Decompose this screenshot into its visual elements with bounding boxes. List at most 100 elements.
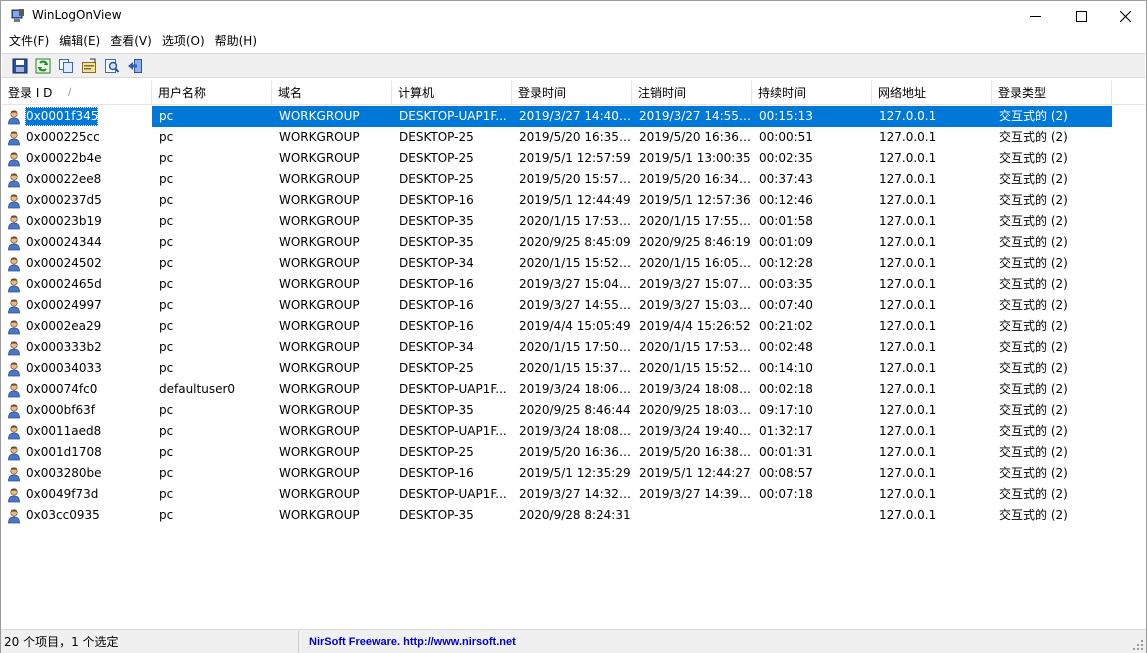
exit-button[interactable] bbox=[123, 55, 146, 77]
column-header-logon-id[interactable]: 登录 I D ∕ bbox=[2, 81, 152, 105]
table-row[interactable]: 0x0002ea29 pc WORKGROUP DESKTOP-16 2019/4/4 … bbox=[2, 316, 1145, 337]
cell-logoff-time: 2019/5/1 12:44:27 bbox=[639, 466, 751, 480]
menu-options[interactable]: 选项(O) bbox=[157, 31, 210, 52]
cell-username: pc bbox=[159, 445, 174, 459]
table-row[interactable]: 0x0049f73d pc WORKGROUP DESKTOP-UAP1F... 201… bbox=[2, 484, 1145, 505]
logon-id-text: 0x003280be bbox=[26, 466, 102, 480]
save-button[interactable] bbox=[8, 55, 31, 77]
table-row[interactable]: 0x0001f345 pc WORKGROUP DESKTOP-UAP1F... 201… bbox=[2, 106, 1145, 127]
nirsoft-link[interactable]: NirSoft Freeware. http://www.nirsoft.net bbox=[299, 631, 516, 653]
refresh-button[interactable] bbox=[31, 55, 54, 77]
table-row[interactable]: 0x000237d5 pc WORKGROUP DESKTOP-16 2019/5/1 … bbox=[2, 190, 1145, 211]
table-row[interactable]: 0x00024502 pc WORKGROUP DESKTOP-34 2020/1/15… bbox=[2, 253, 1145, 274]
minimize-button[interactable] bbox=[1013, 1, 1058, 31]
app-window: WinLogOnView 文件(F) 编辑(E) 查看(V) 选项(O) 帮助(… bbox=[0, 0, 1147, 653]
cell-duration: 00:07:18 bbox=[759, 487, 813, 501]
menu-help[interactable]: 帮助(H) bbox=[210, 31, 262, 52]
cell-domain: WORKGROUP bbox=[279, 424, 360, 438]
cell-logon-type: 交互式的 (2) bbox=[999, 277, 1068, 291]
column-header-username[interactable]: 用户名称 bbox=[152, 81, 272, 105]
properties-button[interactable] bbox=[77, 55, 100, 77]
cell-logon-type: 交互式的 (2) bbox=[999, 424, 1068, 438]
column-header-logon-type[interactable]: 登录类型 bbox=[992, 81, 1112, 105]
cell-logon-time: 2019/3/27 14:55:... bbox=[519, 298, 632, 312]
find-button[interactable] bbox=[100, 55, 123, 77]
table-row[interactable]: 0x000225cc pc WORKGROUP DESKTOP-25 2019/5/20… bbox=[2, 127, 1145, 148]
column-header-logon-time[interactable]: 登录时间 bbox=[512, 81, 632, 105]
column-header-duration[interactable]: 持续时间 bbox=[752, 81, 872, 105]
cell-logon-type: 交互式的 (2) bbox=[999, 508, 1068, 522]
menu-file[interactable]: 文件(F) bbox=[4, 31, 54, 52]
maximize-button[interactable] bbox=[1059, 1, 1104, 31]
table-row[interactable]: 0x00023b19 pc WORKGROUP DESKTOP-35 2020/1/15… bbox=[2, 211, 1145, 232]
table-row[interactable]: 0x001d1708 pc WORKGROUP DESKTOP-25 2019/5/20… bbox=[2, 442, 1145, 463]
cell-network-address: 127.0.0.1 bbox=[879, 319, 937, 333]
cell-logon-time: 2019/3/24 18:06:... bbox=[519, 382, 632, 396]
column-header-network-address[interactable]: 网络地址 bbox=[872, 81, 992, 105]
table-row[interactable]: 0x00024997 pc WORKGROUP DESKTOP-16 2019/3/27… bbox=[2, 295, 1145, 316]
cell-logon-id: 0x001d1708 bbox=[2, 442, 152, 463]
cell-computer: DESKTOP-UAP1F... bbox=[399, 487, 507, 501]
resize-grip-icon[interactable] bbox=[1132, 639, 1144, 651]
cell-network-address: 127.0.0.1 bbox=[879, 382, 937, 396]
table-row[interactable]: 0x000bf63f pc WORKGROUP DESKTOP-35 2020/9/25… bbox=[2, 400, 1145, 421]
cell-logon-id: 0x000237d5 bbox=[2, 190, 152, 211]
table-row[interactable]: 0x03cc0935 pc WORKGROUP DESKTOP-35 2020/9/28… bbox=[2, 505, 1145, 526]
logon-id-text: 0x000333b2 bbox=[26, 340, 102, 354]
table-row[interactable]: 0x0002465d pc WORKGROUP DESKTOP-16 2019/3/27… bbox=[2, 274, 1145, 295]
menu-view[interactable]: 查看(V) bbox=[105, 31, 157, 52]
cell-logoff-time bbox=[632, 505, 752, 526]
cell-logoff-time: 2019/5/1 12:57:36 bbox=[639, 193, 751, 207]
table-row[interactable]: 0x000333b2 pc WORKGROUP DESKTOP-34 2020/1/15… bbox=[2, 337, 1145, 358]
table-row[interactable]: 0x00074fc0 defaultuser0 WORKGROUP DESKTOP-U… bbox=[2, 379, 1145, 400]
cell-logon-id: 0x00022b4e bbox=[2, 148, 152, 169]
table-row[interactable]: 0x00024344 pc WORKGROUP DESKTOP-35 2020/9/25… bbox=[2, 232, 1145, 253]
logon-list[interactable]: 登录 I D ∕ 用户名称 域名 计算机 登录时间 注销时间 持续时间 网络地址… bbox=[2, 81, 1145, 628]
cell-network-address: 127.0.0.1 bbox=[879, 193, 937, 207]
table-row[interactable]: 0x00022b4e pc WORKGROUP DESKTOP-25 2019/5/1 … bbox=[2, 148, 1145, 169]
table-row[interactable]: 0x003280be pc WORKGROUP DESKTOP-16 2019/5/1 … bbox=[2, 463, 1145, 484]
column-header-domain[interactable]: 域名 bbox=[272, 81, 392, 105]
cell-logon-time: 2020/9/25 8:45:09 bbox=[519, 235, 631, 249]
cell-computer: DESKTOP-35 bbox=[399, 508, 474, 522]
title-bar[interactable]: WinLogOnView bbox=[1, 1, 1146, 31]
cell-computer: DESKTOP-UAP1F... bbox=[399, 424, 507, 438]
cell-logon-type: 交互式的 (2) bbox=[999, 382, 1068, 396]
cell-username: pc bbox=[159, 130, 174, 144]
table-row[interactable]: 0x00034033 pc WORKGROUP DESKTOP-25 2020/1/15… bbox=[2, 358, 1145, 379]
cell-computer: DESKTOP-34 bbox=[399, 256, 474, 270]
cell-duration: 00:21:02 bbox=[759, 319, 813, 333]
cell-logon-time: 2019/5/1 12:57:59 bbox=[519, 151, 631, 165]
user-icon bbox=[8, 193, 20, 208]
cell-duration: 00:02:18 bbox=[759, 382, 813, 396]
cell-logon-id: 0x00024997 bbox=[2, 295, 152, 316]
find-icon bbox=[104, 58, 119, 73]
cell-logon-time: 2019/5/1 12:35:29 bbox=[519, 466, 631, 480]
cell-logon-type: 交互式的 (2) bbox=[999, 361, 1068, 375]
user-icon bbox=[8, 298, 20, 313]
cell-logoff-time: 2019/5/20 16:36:... bbox=[639, 130, 752, 144]
menu-bar: 文件(F) 编辑(E) 查看(V) 选项(O) 帮助(H) bbox=[1, 31, 1146, 52]
table-row[interactable]: 0x0011aed8 pc WORKGROUP DESKTOP-UAP1F... 201… bbox=[2, 421, 1145, 442]
table-row[interactable]: 0x00022ee8 pc WORKGROUP DESKTOP-25 2019/5/20… bbox=[2, 169, 1145, 190]
cell-domain: WORKGROUP bbox=[279, 277, 360, 291]
cell-domain: WORKGROUP bbox=[279, 214, 360, 228]
user-icon bbox=[8, 424, 20, 439]
logon-id-text: 0x001d1708 bbox=[26, 445, 102, 459]
copy-button[interactable] bbox=[54, 55, 77, 77]
cell-logon-id: 0x00034033 bbox=[2, 358, 152, 379]
cell-logoff-time: 2019/3/27 14:55:... bbox=[632, 106, 752, 127]
cell-logoff-time: 2020/1/15 17:55:... bbox=[639, 214, 752, 228]
cell-username: pc bbox=[159, 172, 174, 186]
cell-username: pc bbox=[152, 106, 272, 127]
cell-logon-id: 0x0049f73d bbox=[2, 484, 152, 505]
column-header-logoff-time[interactable]: 注销时间 bbox=[632, 81, 752, 105]
refresh-icon bbox=[35, 58, 50, 73]
status-bar: 20 个项目，1 个选定 NirSoft Freeware. http://ww… bbox=[1, 629, 1146, 653]
logon-id-text: 0x00024502 bbox=[26, 256, 102, 270]
menu-edit[interactable]: 编辑(E) bbox=[54, 31, 105, 52]
window-title: WinLogOnView bbox=[32, 8, 122, 22]
cell-logon-id: 0x003280be bbox=[2, 463, 152, 484]
column-header-computer[interactable]: 计算机 bbox=[392, 81, 512, 105]
close-button[interactable] bbox=[1103, 1, 1147, 31]
